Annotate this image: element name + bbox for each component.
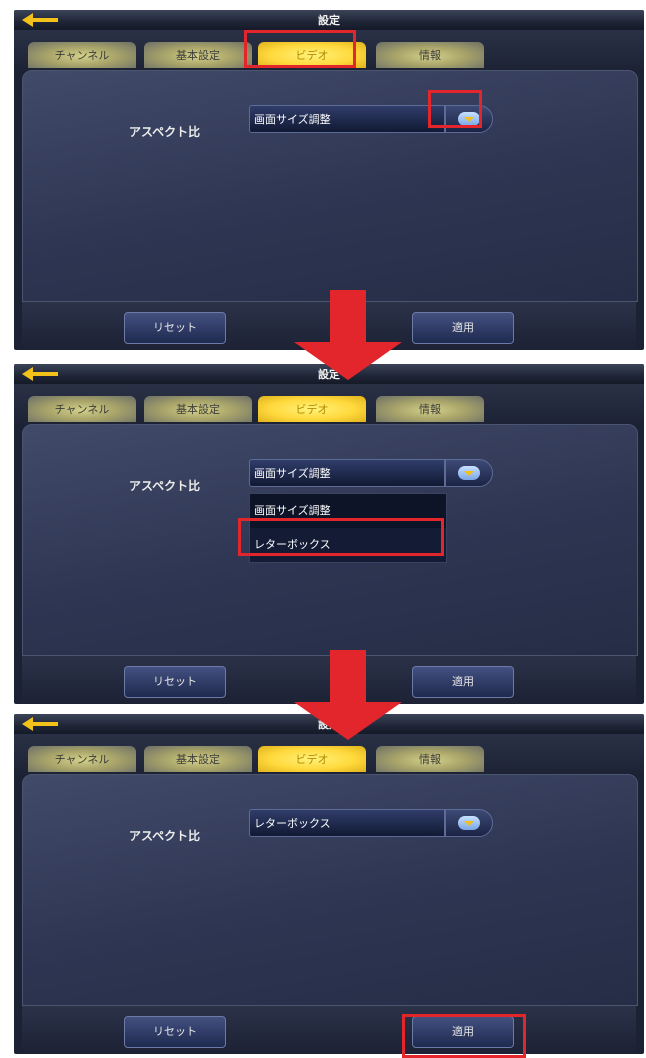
step-arrow-down-icon (294, 650, 402, 740)
tab-info[interactable]: 情報 (376, 396, 484, 422)
step-arrow-down-icon (294, 290, 402, 380)
footer-bar: リセット 適用 (22, 1005, 636, 1054)
tab-basic-settings[interactable]: 基本設定 (144, 42, 252, 68)
chevron-down-icon (464, 821, 474, 826)
aspect-ratio-label: アスペクト比 (129, 125, 201, 139)
aspect-ratio-select[interactable]: 画面サイズ調整 (249, 459, 505, 487)
highlight-dropdown-button (428, 90, 482, 128)
tab-channel[interactable]: チャンネル (28, 396, 136, 422)
title-bar: 設定 (14, 10, 644, 30)
aspect-ratio-label: アスペクト比 (129, 479, 201, 493)
highlight-video-tab (244, 30, 356, 68)
aspect-ratio-select[interactable]: レターボックス (249, 809, 505, 837)
aspect-ratio-value[interactable]: レターボックス (249, 809, 445, 837)
aspect-ratio-value[interactable]: 画面サイズ調整 (249, 459, 445, 487)
chevron-down-icon (464, 471, 474, 476)
tab-info[interactable]: 情報 (376, 42, 484, 68)
tab-bar: チャンネル 基本設定 ビデオ 情報 (14, 734, 644, 774)
tab-video[interactable]: ビデオ (258, 396, 366, 422)
tab-video[interactable]: ビデオ (258, 746, 366, 772)
settings-content: アスペクト比 レターボックス (22, 774, 638, 1006)
highlight-letterbox-option (238, 518, 444, 556)
highlight-apply-button (402, 1014, 526, 1058)
dropdown-button[interactable] (445, 459, 493, 487)
apply-button[interactable]: 適用 (412, 666, 514, 698)
reset-button[interactable]: リセット (124, 1016, 226, 1048)
settings-screen-step-3: 設定 チャンネル 基本設定 ビデオ 情報 アスペクト比 レターボックス リセット… (14, 714, 644, 1054)
tab-channel[interactable]: チャンネル (28, 746, 136, 772)
aspect-ratio-value[interactable]: 画面サイズ調整 (249, 105, 445, 133)
aspect-ratio-label: アスペクト比 (129, 829, 201, 843)
tab-info[interactable]: 情報 (376, 746, 484, 772)
screen-title: 設定 (318, 14, 340, 27)
settings-content: アスペクト比 画面サイズ調整 (22, 70, 638, 302)
tab-bar: チャンネル 基本設定 ビデオ 情報 (14, 384, 644, 424)
tab-basic-settings[interactable]: 基本設定 (144, 396, 252, 422)
apply-button[interactable]: 適用 (412, 312, 514, 344)
tab-channel[interactable]: チャンネル (28, 42, 136, 68)
reset-button[interactable]: リセット (124, 312, 226, 344)
tab-basic-settings[interactable]: 基本設定 (144, 746, 252, 772)
dropdown-button[interactable] (445, 809, 493, 837)
reset-button[interactable]: リセット (124, 666, 226, 698)
